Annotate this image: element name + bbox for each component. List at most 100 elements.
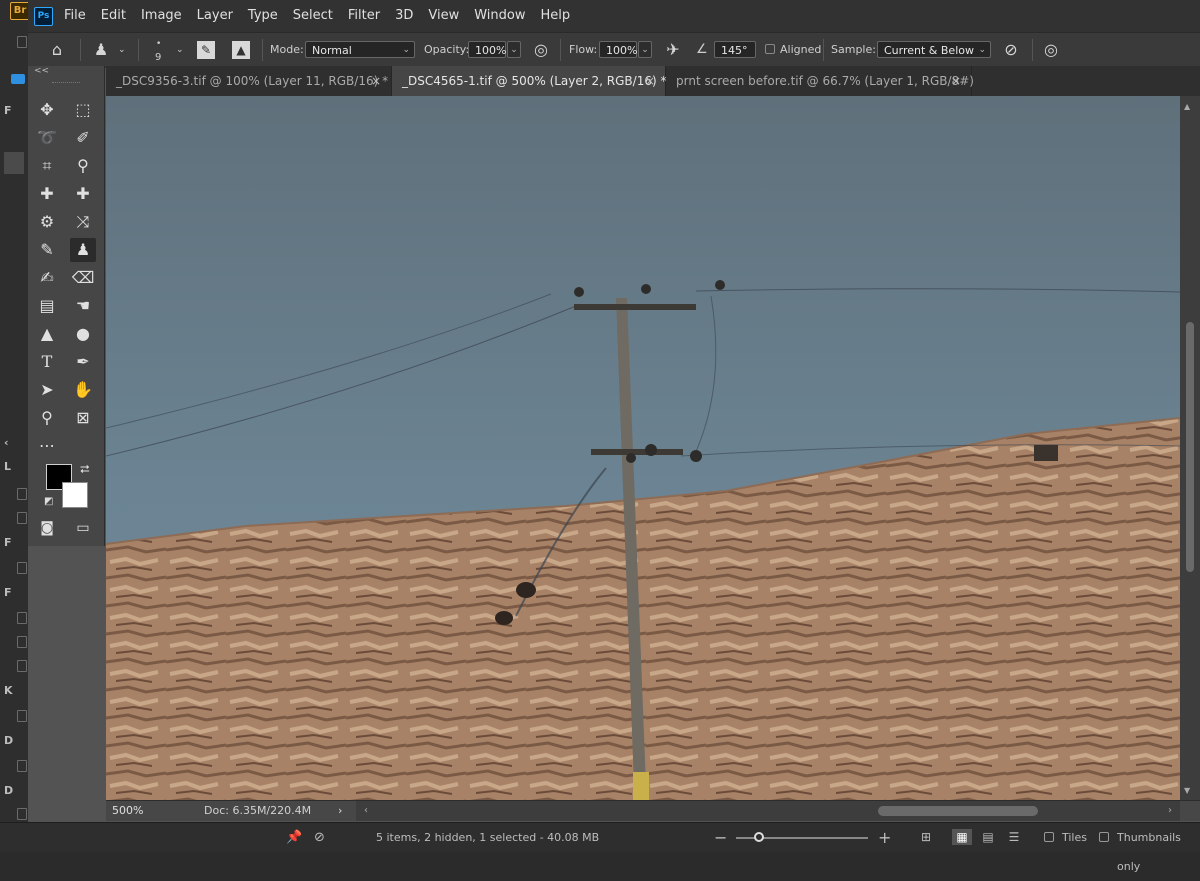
status-menu-arrow[interactable]: › [338, 801, 342, 821]
ignore-adjustment-layers-icon[interactable]: ⊘ [1000, 39, 1022, 61]
pen-tool-icon[interactable]: ✒ [70, 350, 96, 374]
content-aware-tool-icon[interactable]: ⚙ [34, 210, 60, 234]
aligned-checkbox[interactable] [765, 44, 775, 54]
close-icon[interactable]: × [371, 66, 381, 96]
bridge-selected-item[interactable] [11, 74, 25, 84]
lasso-tool-icon[interactable]: ➰ [34, 126, 60, 150]
insulator [715, 280, 725, 290]
menu-filter[interactable]: Filter [348, 0, 380, 32]
menu-view[interactable]: View [428, 0, 459, 32]
sample-select[interactable]: Current & Below ⌄ [877, 41, 991, 58]
clone-stamp-preset-icon[interactable]: ♟ [90, 39, 112, 61]
history-brush-tool-icon[interactable]: ✍ [34, 266, 60, 290]
vertical-scroll-thumb[interactable] [1186, 322, 1194, 572]
quick-mask-icon[interactable]: ◙ [34, 516, 60, 540]
thumbnails-only-checkbox[interactable] [1099, 832, 1109, 842]
menu-help[interactable]: Help [541, 0, 571, 32]
type-tool-icon[interactable]: T [34, 350, 60, 374]
marquee-tool-icon[interactable]: ⬚ [70, 98, 96, 122]
list-view-icon[interactable]: ☰ [1004, 829, 1024, 845]
tiles-checkbox[interactable] [1044, 832, 1054, 842]
document-tabs: _DSC9356-3.tif @ 100% (Layer 11, RGB/16)… [106, 66, 1200, 96]
healing-brush-tool-icon[interactable]: ✚ [70, 182, 96, 206]
panel-grip[interactable] [52, 82, 80, 86]
smudge-tool-icon[interactable]: ☚ [70, 294, 96, 318]
home-icon[interactable]: ⌂ [46, 39, 68, 61]
eyedropper-tool-icon[interactable]: ⚲ [70, 154, 96, 178]
menu-image[interactable]: Image [141, 0, 182, 32]
menu-edit[interactable]: Edit [101, 0, 126, 32]
menu-type[interactable]: Type [248, 0, 278, 32]
brush-settings-icon[interactable]: ✎ [197, 41, 215, 59]
close-icon[interactable]: × [951, 66, 961, 96]
opacity-value: 100% [475, 44, 507, 57]
mode-select[interactable]: Normal ⌄ [305, 41, 415, 58]
preset-dropdown-icon[interactable]: ⌄ [118, 33, 126, 67]
vertical-scrollbar[interactable]: ▲ ▼ [1180, 96, 1200, 800]
horizontal-scroll-thumb[interactable] [878, 806, 1038, 816]
details-view-icon[interactable]: ▤ [978, 829, 998, 845]
swap-colors-icon[interactable]: ⮂ [80, 462, 90, 477]
scroll-left-icon[interactable]: ‹ [364, 801, 368, 821]
sharpen-tool-icon[interactable]: ▲ [34, 322, 60, 346]
menu-layer[interactable]: Layer [197, 0, 233, 32]
move-tool-icon[interactable]: ✥ [34, 98, 60, 122]
close-icon[interactable]: × [645, 66, 655, 96]
gradient-tool-icon[interactable]: ▤ [34, 294, 60, 318]
pressure-opacity-icon[interactable]: ◎ [530, 39, 552, 61]
angle-input[interactable]: 145° [714, 41, 756, 58]
zoom-tool-icon[interactable]: ⚲ [34, 406, 60, 430]
scroll-right-icon[interactable]: › [1168, 801, 1172, 821]
content-aware-move-tool-icon[interactable]: ⤨ [70, 210, 96, 234]
scroll-up-icon[interactable]: ▲ [1184, 102, 1190, 111]
no-entry-icon[interactable]: ⊘ [314, 823, 325, 852]
separator [138, 39, 139, 61]
flow-dropdown-icon[interactable]: ⌄ [638, 41, 652, 58]
zoom-level[interactable]: 500% [112, 801, 152, 821]
opacity-dropdown-icon[interactable]: ⌄ [507, 41, 521, 58]
quick-selection-tool-icon[interactable]: ✐ [70, 126, 96, 150]
menu-window[interactable]: Window [474, 0, 525, 32]
document-canvas[interactable] [106, 96, 1180, 800]
bridge-collapse-arrow[interactable]: ‹ [4, 436, 9, 449]
sample-label: Sample: [831, 43, 876, 56]
clone-source-icon[interactable]: ▲ [232, 41, 250, 59]
thumbnail-view-icon[interactable]: ▦ [952, 829, 972, 845]
pin-icon[interactable]: 📌 [286, 823, 302, 852]
tab-dsc4565[interactable]: _DSC4565-1.tif @ 500% (Layer 2, RGB/16) … [392, 66, 666, 96]
hand-tool-icon[interactable]: ✋ [70, 378, 96, 402]
default-colors-icon[interactable]: ◩ [44, 496, 53, 507]
pressure-size-icon[interactable]: ◎ [1040, 39, 1062, 61]
flow-input[interactable]: 100% [599, 41, 637, 58]
opacity-input[interactable]: 100% [468, 41, 506, 58]
screen-mode-icon[interactable]: ▭ [70, 516, 96, 540]
zoom-out-icon[interactable]: − [714, 823, 727, 852]
airbrush-icon[interactable]: ✈ [662, 39, 684, 61]
menu-3d[interactable]: 3D [395, 0, 413, 32]
bridge-status-text: 5 items, 2 hidden, 1 selected - 40.08 MB [376, 831, 600, 844]
crop-tool-icon[interactable]: ⌗ [34, 154, 60, 178]
menu-select[interactable]: Select [293, 0, 333, 32]
menu-file[interactable]: File [64, 0, 86, 32]
zoom-in-icon[interactable]: + [878, 823, 891, 852]
menu-items: File Edit Image Layer Type Select Filter… [64, 0, 585, 32]
tab-prnt-screen-before[interactable]: prnt screen before.tif @ 66.7% (Layer 1,… [666, 66, 974, 96]
scroll-down-icon[interactable]: ▼ [1184, 786, 1190, 795]
grid-lock-icon[interactable]: ⊞ [916, 829, 936, 845]
clone-stamp-tool-icon[interactable]: ♟ [70, 238, 96, 262]
tab-dsc9356[interactable]: _DSC9356-3.tif @ 100% (Layer 11, RGB/16)… [106, 66, 392, 96]
horizontal-scrollbar[interactable]: ‹ › [356, 801, 1180, 821]
bridge-status-bar: 📌 ⊘ 5 items, 2 hidden, 1 selected - 40.0… [0, 822, 1200, 873]
brush-dropdown-icon[interactable]: ⌄ [176, 33, 184, 67]
spot-healing-tool-icon[interactable]: ✚ [34, 182, 60, 206]
frame-tool-icon[interactable]: ⊠ [70, 406, 96, 430]
path-selection-tool-icon[interactable]: ➤ [34, 378, 60, 402]
brush-tool-icon[interactable]: ✎ [34, 238, 60, 262]
more-tools-icon[interactable]: ⋯ [34, 434, 60, 458]
collapse-panel-icon[interactable]: << [34, 66, 49, 76]
eraser-tool-icon[interactable]: ⌫ [70, 266, 96, 290]
dodge-tool-icon[interactable]: ● [70, 322, 96, 346]
thumbnail-size-knob[interactable] [754, 832, 764, 842]
bridge-panel-box [17, 808, 27, 820]
background-color-swatch[interactable] [62, 482, 88, 508]
